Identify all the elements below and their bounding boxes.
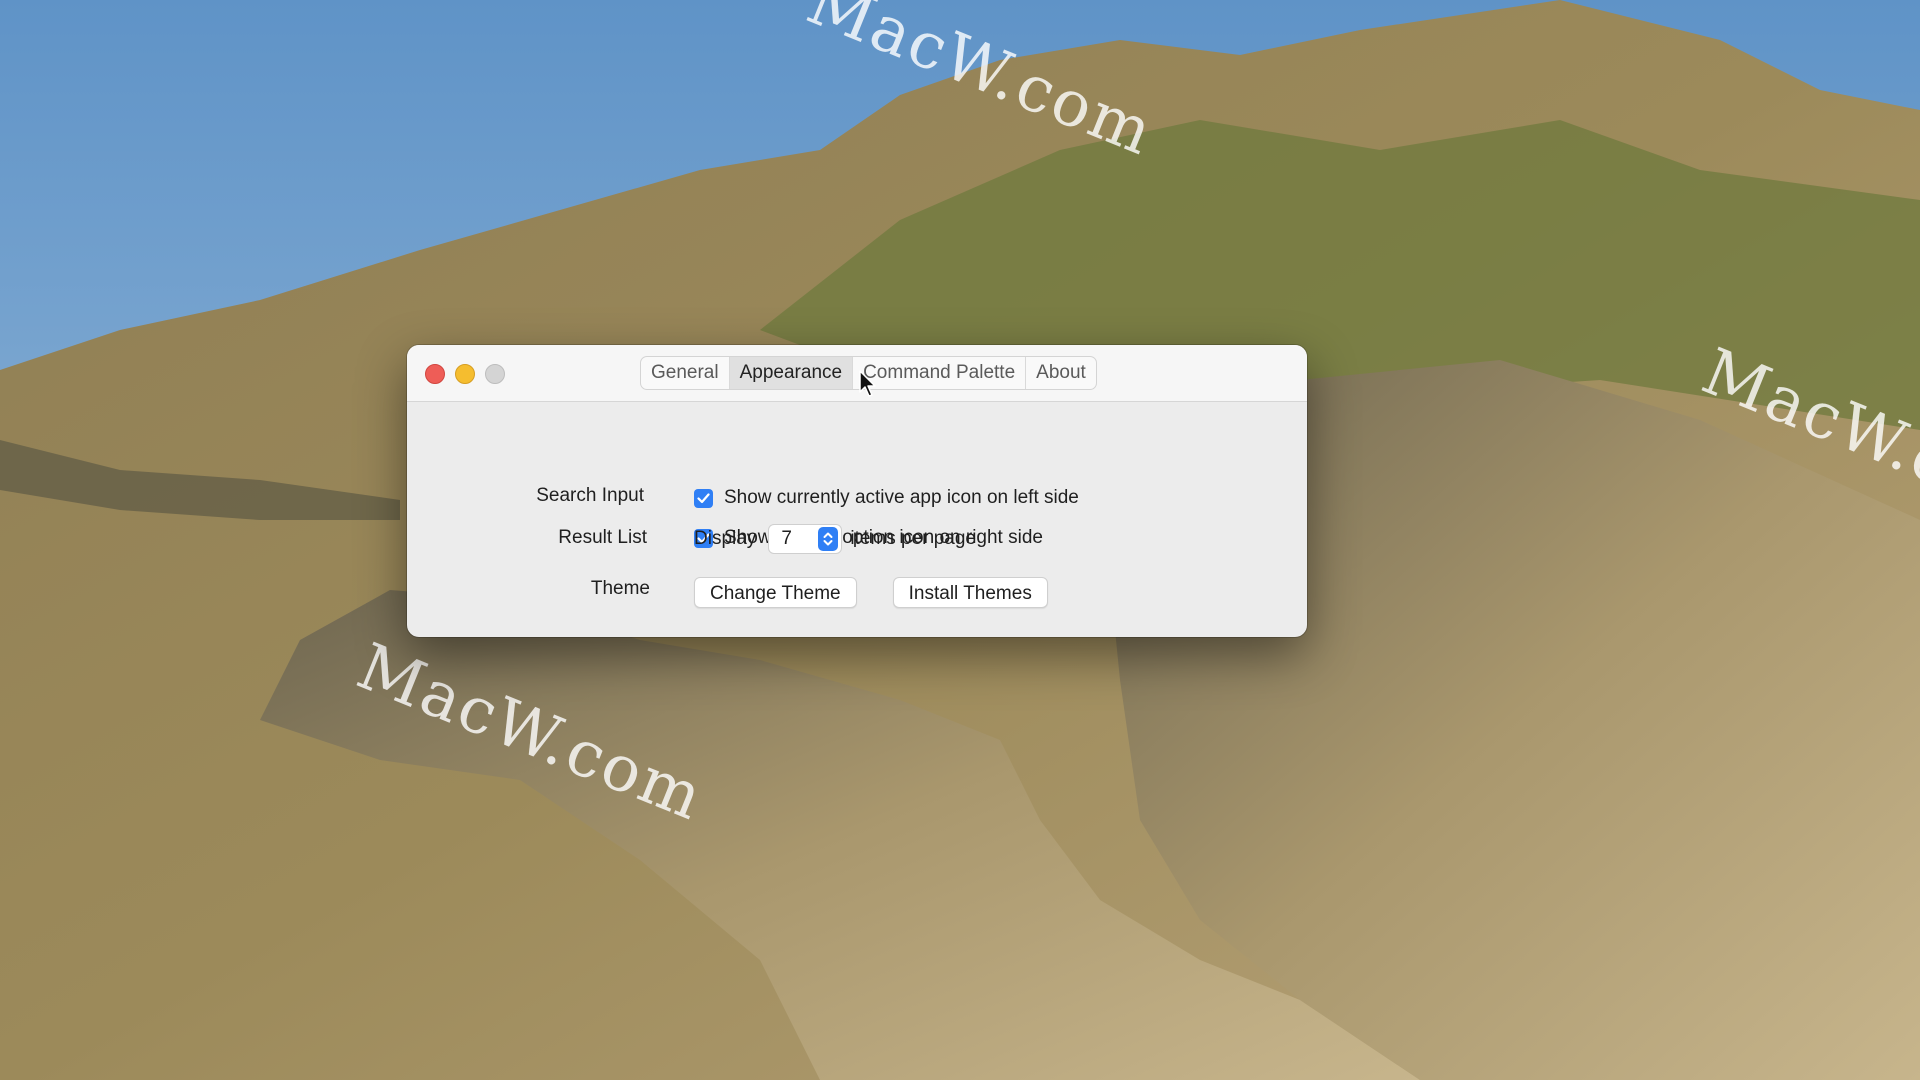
theme-label: Theme (590, 578, 650, 599)
tab-general[interactable]: General (641, 357, 730, 389)
option-active-app-icon[interactable]: Show currently active app icon on left s… (694, 487, 1079, 509)
tab-command-palette[interactable]: Command Palette (853, 357, 1027, 389)
items-per-page-value[interactable]: 7 (769, 528, 818, 550)
display-prefix: Display (694, 528, 757, 549)
stepper-arrows-icon[interactable] (818, 527, 839, 551)
tab-appearance[interactable]: Appearance (729, 357, 854, 389)
result-list-label: Result List (558, 527, 647, 548)
change-theme-button[interactable]: Change Theme (694, 577, 857, 608)
desktop: MacW.com MacW.com MacW.com General Appea… (0, 0, 1920, 1080)
display-suffix: items per page (850, 528, 976, 549)
items-per-page-stepper[interactable]: 7 (768, 524, 843, 554)
result-list-row: Display 7 items per page (694, 524, 976, 554)
title-bar: General Appearance Command Palette About (407, 345, 1307, 402)
search-input-label: Search Input (536, 485, 644, 506)
tab-about[interactable]: About (1026, 357, 1096, 389)
checkbox-checked-icon[interactable] (694, 488, 713, 508)
appearance-pane: Search Input Show currently active app i… (407, 402, 1307, 637)
preferences-window: General Appearance Command Palette About… (407, 345, 1307, 637)
option-label: Show currently active app icon on left s… (724, 487, 1079, 508)
theme-buttons: Change Theme Install Themes (694, 577, 1084, 608)
zoom-window-button (485, 364, 505, 384)
minimize-window-button[interactable] (455, 364, 475, 384)
close-window-button[interactable] (425, 364, 445, 384)
install-themes-button[interactable]: Install Themes (892, 577, 1048, 608)
mouse-pointer-icon (859, 370, 876, 397)
